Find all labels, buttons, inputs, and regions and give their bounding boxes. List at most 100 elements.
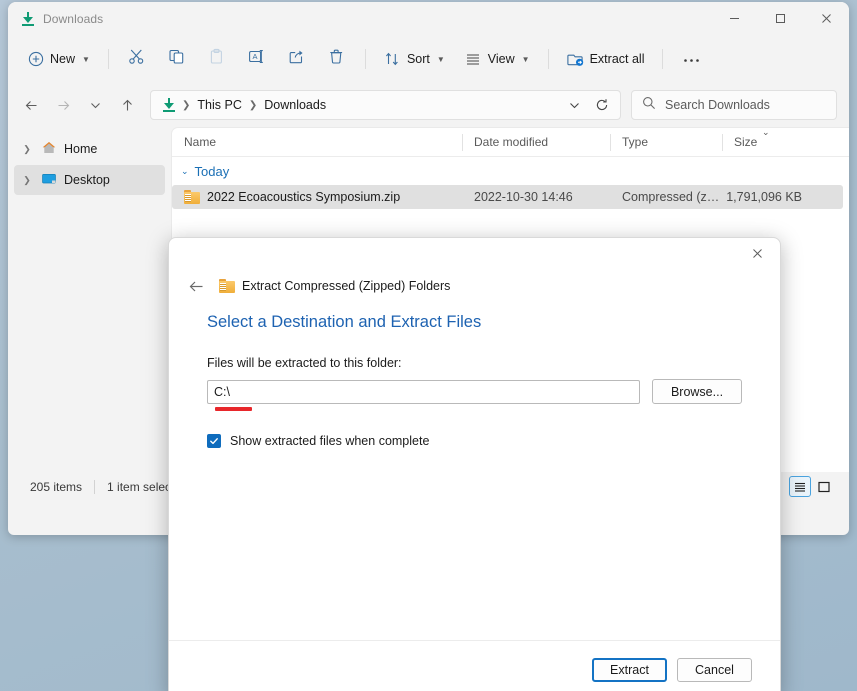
delete-button[interactable]	[318, 43, 356, 75]
view-toggle-group	[789, 476, 839, 497]
file-name-text: 2022 Ecoacoustics Symposium.zip	[207, 190, 401, 204]
new-button-label: New	[50, 52, 76, 66]
address-bar[interactable]: ❯ This PC ❯ Downloads	[150, 90, 621, 120]
ellipsis-icon	[683, 50, 700, 68]
cut-button[interactable]	[118, 43, 156, 75]
search-icon	[642, 96, 656, 115]
navigation-pane: ❯ Home ❯ Desktop	[8, 127, 171, 472]
breadcrumb-separator: ❯	[248, 99, 258, 111]
large-icons-view-button[interactable]	[813, 476, 835, 497]
extract-dialog: Extract Compressed (Zipped) Folders Sele…	[168, 237, 781, 691]
item-count: 205 items	[30, 479, 83, 494]
file-type-cell: Compressed (zipp...	[622, 190, 722, 204]
up-button[interactable]	[112, 90, 142, 120]
chevron-down-icon: ▼	[436, 54, 445, 64]
home-icon	[41, 140, 57, 159]
dialog-close-button[interactable]	[735, 238, 780, 268]
file-size-cell: 1,791,096 KB	[726, 190, 802, 204]
more-options-button[interactable]	[672, 43, 710, 75]
address-dropdown-button[interactable]	[560, 92, 588, 118]
annotation-underline	[215, 407, 252, 411]
title-bar: Downloads	[8, 2, 849, 35]
title-bar-left: Downloads	[8, 11, 103, 27]
maximize-button[interactable]	[757, 2, 803, 35]
show-extracted-label: Show extracted files when complete	[230, 434, 430, 448]
dialog-title: Extract Compressed (Zipped) Folders	[242, 279, 451, 293]
new-button[interactable]: New ▼	[18, 43, 99, 75]
cancel-button[interactable]: Cancel	[677, 657, 752, 682]
minimize-button[interactable]	[711, 2, 757, 35]
group-header-label: Today	[194, 163, 230, 179]
sidebar-item-desktop[interactable]: ❯ Desktop	[14, 165, 165, 195]
dialog-header: Extract Compressed (Zipped) Folders	[169, 238, 780, 301]
chevron-right-icon[interactable]: ❯	[20, 144, 34, 155]
details-view-button[interactable]	[789, 476, 811, 497]
extract-all-label: Extract all	[589, 52, 645, 66]
paste-icon	[208, 48, 225, 70]
column-header-name[interactable]: Name	[172, 128, 462, 157]
column-header-size-label: Size	[734, 135, 758, 149]
paste-button[interactable]	[198, 43, 236, 75]
search-box[interactable]: Search Downloads	[631, 90, 837, 120]
dialog-footer: Extract Cancel	[169, 640, 780, 691]
view-button-label: View	[487, 52, 515, 66]
download-icon	[20, 11, 36, 27]
browse-button[interactable]: Browse...	[652, 379, 742, 404]
desktop-icon	[41, 171, 57, 190]
chevron-down-icon: ▼	[82, 54, 90, 64]
column-header-type[interactable]: Type	[610, 128, 722, 157]
breadcrumb-separator: ❯	[182, 99, 191, 111]
view-icon	[465, 51, 482, 68]
scissors-icon	[128, 48, 145, 70]
toolbar-divider-3	[547, 49, 549, 69]
column-headers: Name Date modified Type Size ⌄	[172, 128, 849, 157]
show-extracted-checkbox-row[interactable]: Show extracted files when complete	[207, 434, 742, 448]
group-header-today[interactable]: ⌄ Today	[172, 157, 849, 185]
toolbar-divider-2	[364, 49, 366, 69]
chevron-right-icon[interactable]: ❯	[20, 175, 34, 186]
refresh-button[interactable]	[588, 92, 616, 118]
chevron-down-icon[interactable]: ⌄	[181, 166, 189, 177]
extract-button[interactable]: Extract	[592, 657, 667, 682]
address-bar-row: ❯ This PC ❯ Downloads Search Downloads	[8, 83, 849, 127]
breadcrumb-downloads[interactable]: Downloads	[258, 95, 332, 115]
copy-button[interactable]	[158, 43, 196, 75]
svg-text:A: A	[253, 52, 258, 61]
sidebar-item-home[interactable]: ❯ Home	[14, 134, 165, 164]
zip-folder-icon	[219, 279, 235, 293]
sidebar-item-label: Desktop	[64, 173, 110, 187]
show-extracted-checkbox[interactable]	[207, 434, 221, 448]
zip-folder-icon	[184, 190, 200, 204]
share-icon	[288, 48, 305, 70]
forward-button[interactable]	[48, 90, 78, 120]
rename-icon: A	[248, 48, 265, 70]
copy-icon	[168, 48, 185, 70]
back-button[interactable]	[16, 90, 46, 120]
window-title: Downloads	[43, 11, 104, 26]
column-header-size[interactable]: Size ⌄	[722, 128, 802, 157]
dialog-title-group: Extract Compressed (Zipped) Folders	[219, 279, 450, 293]
sort-button[interactable]: Sort ▼	[375, 43, 454, 75]
destination-path-input[interactable]	[207, 379, 640, 404]
rename-button[interactable]: A	[238, 43, 276, 75]
plus-circle-icon	[27, 51, 44, 68]
dialog-heading: Select a Destination and Extract Files	[207, 313, 482, 331]
view-button[interactable]: View ▼	[456, 43, 539, 75]
destination-field-row: Browse...	[207, 379, 742, 411]
share-button[interactable]	[278, 43, 316, 75]
search-input[interactable]: Search Downloads	[665, 98, 770, 112]
extract-folder-icon	[566, 51, 584, 68]
table-row[interactable]: 2022 Ecoacoustics Symposium.zip 2022-10-…	[172, 185, 843, 209]
breadcrumb-this-pc[interactable]: This PC	[191, 95, 247, 115]
sidebar-item-label: Home	[64, 142, 98, 156]
destination-label: Files will be extracted to this folder:	[207, 356, 402, 370]
dialog-back-button[interactable]	[183, 273, 209, 299]
file-date-cell: 2022-10-30 14:46	[474, 190, 573, 204]
sort-button-label: Sort	[406, 52, 430, 66]
download-icon	[161, 97, 177, 113]
extract-all-button[interactable]: Extract all	[558, 43, 654, 75]
column-header-date[interactable]: Date modified	[462, 128, 610, 157]
close-button[interactable]	[803, 2, 849, 35]
recent-locations-button[interactable]	[80, 90, 110, 120]
toolbar-divider	[107, 49, 109, 69]
